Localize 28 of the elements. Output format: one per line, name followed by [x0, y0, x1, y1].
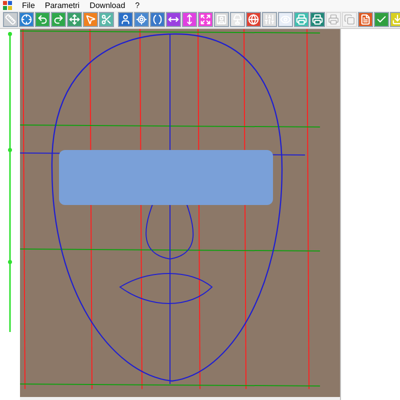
eye-icon[interactable] — [278, 12, 293, 27]
menu-item[interactable]: ? — [135, 2, 140, 10]
horizontal-arrows-icon[interactable] — [166, 12, 181, 27]
slider-icon[interactable] — [262, 12, 277, 27]
print-icon[interactable] — [294, 12, 309, 27]
check-icon[interactable] — [374, 12, 389, 27]
brackets-icon[interactable] — [150, 12, 165, 27]
portrait-icon[interactable] — [214, 12, 229, 27]
print-icon[interactable] — [310, 12, 325, 27]
locate-icon[interactable] — [134, 12, 149, 27]
undo-icon[interactable] — [35, 12, 50, 27]
ruler-icon[interactable] — [3, 12, 18, 27]
person-icon[interactable] — [118, 12, 133, 27]
crosshair-icon[interactable] — [19, 12, 34, 27]
move-icon[interactable] — [67, 12, 82, 27]
scissors-icon[interactable] — [99, 12, 114, 27]
app-icon — [3, 1, 12, 10]
menu-item[interactable]: File — [22, 2, 35, 10]
menu-item[interactable]: Download — [90, 2, 126, 10]
pointer-icon[interactable] — [83, 12, 98, 27]
vertical-arrows-icon[interactable] — [182, 12, 197, 27]
globe-icon[interactable] — [246, 12, 261, 27]
menu-item[interactable]: Parametri — [44, 2, 80, 10]
expand-icon[interactable] — [198, 12, 213, 27]
lamp-icon[interactable] — [230, 12, 245, 27]
document-icon[interactable] — [358, 12, 373, 27]
redo-icon[interactable] — [51, 12, 66, 27]
vertical-ruler-icon — [7, 32, 13, 332]
